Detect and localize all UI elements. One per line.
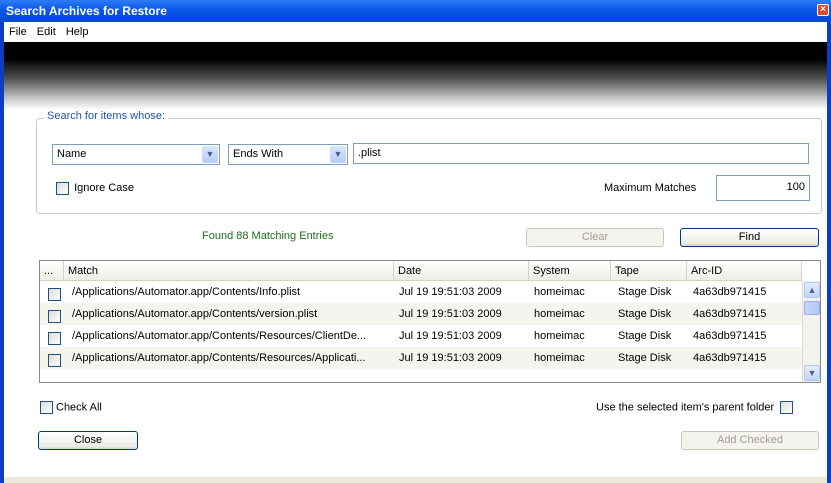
date-cell: Jul 19 19:51:03 2009 bbox=[399, 308, 502, 320]
date-cell: Jul 19 19:51:03 2009 bbox=[399, 330, 502, 342]
clear-button[interactable]: Clear bbox=[526, 228, 664, 247]
title-bar[interactable]: Search Archives for Restore × bbox=[0, 0, 831, 22]
chevron-down-icon[interactable]: ▼ bbox=[330, 146, 346, 163]
system-cell: homeimac bbox=[534, 286, 585, 298]
menu-file[interactable]: File bbox=[9, 26, 27, 38]
find-button[interactable]: Find bbox=[680, 228, 819, 247]
ignore-case-label: Ignore Case bbox=[74, 182, 134, 195]
row-checkbox[interactable] bbox=[48, 331, 61, 345]
ignore-case-checkbox[interactable] bbox=[56, 182, 69, 195]
close-window-button[interactable]: × bbox=[817, 4, 829, 16]
tape-cell: Stage Disk bbox=[618, 286, 672, 298]
close-button[interactable]: Close bbox=[38, 431, 138, 450]
arc-id-cell: 4a63db971415 bbox=[693, 352, 767, 364]
column-header-arc-id[interactable]: Arc-ID bbox=[687, 261, 802, 281]
parent-folder-label: Use the selected item's parent folder bbox=[596, 401, 775, 414]
match-cell: /Applications/Automator.app/Contents/Inf… bbox=[72, 286, 301, 298]
chevron-down-icon[interactable]: ▼ bbox=[202, 146, 218, 163]
parent-folder-option[interactable]: Use the selected item's parent folder bbox=[596, 401, 794, 414]
tape-cell: Stage Disk bbox=[618, 330, 672, 342]
max-matches-label: Maximum Matches bbox=[604, 182, 697, 194]
column-header-match[interactable]: Match bbox=[64, 261, 394, 281]
match-cell: /Applications/Automator.app/Contents/Res… bbox=[72, 330, 367, 342]
header-banner bbox=[4, 42, 827, 110]
arc-id-cell: 4a63db971415 bbox=[693, 286, 767, 298]
menu-help[interactable]: Help bbox=[66, 26, 89, 38]
add-checked-button[interactable]: Add Checked bbox=[681, 431, 819, 450]
ignore-case-option[interactable]: Ignore Case bbox=[56, 182, 134, 195]
arc-id-cell: 4a63db971415 bbox=[693, 330, 767, 342]
match-cell: /Applications/Automator.app/Contents/Res… bbox=[72, 352, 366, 364]
system-cell: homeimac bbox=[534, 308, 585, 320]
results-table: ... Match Date System Tape Arc-ID /Appli… bbox=[39, 260, 821, 383]
operator-select[interactable]: Ends With ▼ bbox=[228, 144, 348, 165]
column-header-date[interactable]: Date bbox=[394, 261, 529, 281]
row-checkbox[interactable] bbox=[48, 287, 61, 301]
table-row[interactable]: /Applications/Automator.app/Contents/Res… bbox=[40, 347, 802, 369]
table-row[interactable]: /Applications/Automator.app/Contents/Res… bbox=[40, 325, 802, 347]
search-group-legend: Search for items whose: bbox=[44, 110, 168, 122]
menu-edit[interactable]: Edit bbox=[37, 26, 56, 38]
tape-cell: Stage Disk bbox=[618, 352, 672, 364]
menu-bar: File Edit Help bbox=[4, 22, 827, 42]
field-select-value: Name bbox=[57, 148, 87, 160]
tape-cell: Stage Disk bbox=[618, 308, 672, 320]
check-all-checkbox[interactable] bbox=[40, 401, 53, 414]
table-row[interactable]: /Applications/Automator.app/Contents/ver… bbox=[40, 303, 802, 325]
parent-folder-checkbox[interactable] bbox=[780, 401, 794, 414]
column-header-system[interactable]: System bbox=[529, 261, 611, 281]
max-matches-input[interactable]: 100 bbox=[716, 175, 810, 201]
vertical-scrollbar[interactable]: ▲ ▼ bbox=[802, 281, 820, 382]
system-cell: homeimac bbox=[534, 330, 585, 342]
table-row[interactable]: /Applications/Automator.app/Contents/Inf… bbox=[40, 281, 802, 303]
arrow-up-icon[interactable]: ▲ bbox=[804, 282, 820, 298]
date-cell: Jul 19 19:51:03 2009 bbox=[399, 286, 502, 298]
column-header-tape[interactable]: Tape bbox=[611, 261, 687, 281]
field-select[interactable]: Name ▼ bbox=[52, 144, 220, 165]
row-checkbox[interactable] bbox=[48, 353, 61, 367]
window-bottom-edge bbox=[4, 477, 827, 483]
table-header: ... Match Date System Tape Arc-ID bbox=[40, 261, 802, 281]
search-archives-window: Search Archives for Restore × File Edit … bbox=[0, 0, 831, 483]
arrow-down-icon[interactable]: ▼ bbox=[804, 365, 820, 381]
check-all-label: Check All bbox=[56, 401, 102, 414]
scrollbar-thumb[interactable] bbox=[804, 301, 820, 315]
arc-id-cell: 4a63db971415 bbox=[693, 308, 767, 320]
search-criteria-group bbox=[36, 118, 822, 214]
search-value-input[interactable]: .plist bbox=[353, 143, 809, 164]
system-cell: homeimac bbox=[534, 352, 585, 364]
date-cell: Jul 19 19:51:03 2009 bbox=[399, 352, 502, 364]
check-all-option[interactable]: Check All bbox=[40, 401, 102, 414]
operator-select-value: Ends With bbox=[233, 148, 284, 160]
found-status-text: Found 88 Matching Entries bbox=[202, 230, 334, 242]
column-header-select[interactable]: ... bbox=[40, 261, 64, 281]
match-cell: /Applications/Automator.app/Contents/ver… bbox=[72, 308, 318, 320]
window-title: Search Archives for Restore bbox=[6, 4, 167, 18]
row-checkbox[interactable] bbox=[48, 309, 61, 323]
